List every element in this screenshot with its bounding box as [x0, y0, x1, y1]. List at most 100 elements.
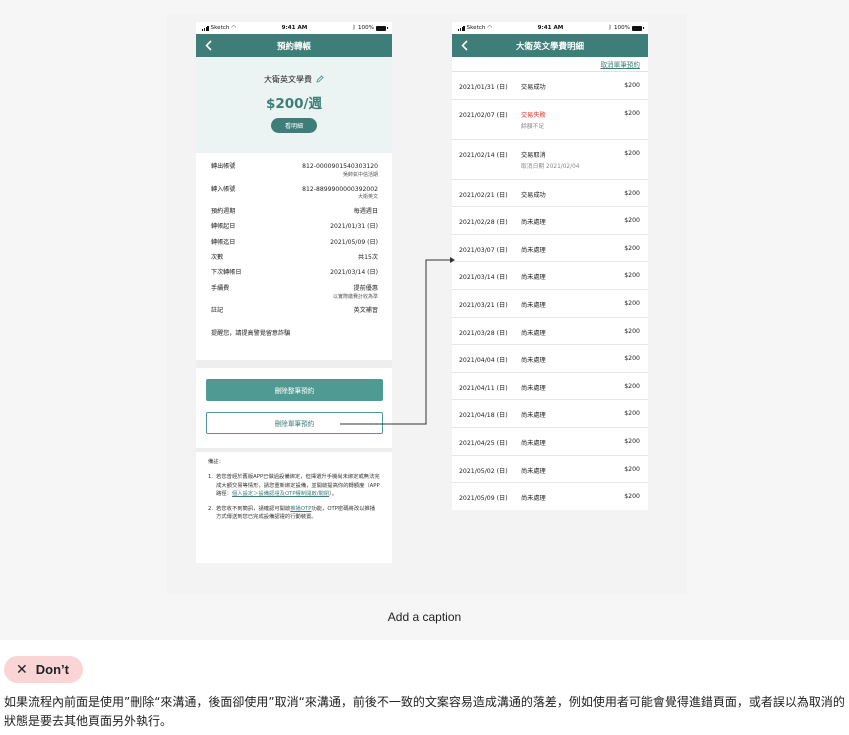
note-link[interactable]: 推播OTP	[290, 506, 311, 512]
detail-label: 轉入帳號	[211, 185, 236, 193]
record-status: 尚未處理	[521, 357, 546, 365]
note-number: 1.	[208, 474, 214, 481]
records-list: 2021/01/31 (日) 交易成功 $200 2021/02/07 (日) 交易失敗…	[452, 71, 648, 510]
record-amount: $200	[624, 382, 640, 390]
cancel-single-link[interactable]: 取消單筆預約	[452, 57, 648, 71]
detail-label: 下次轉帳日	[211, 269, 242, 277]
detail-value: 2021/01/31 (日)	[330, 223, 378, 231]
record-status: 尚未處理	[521, 246, 546, 254]
nav-bar: 預約轉帳	[196, 34, 392, 57]
clock-label: 9:41 AM	[537, 25, 564, 31]
record-status: 尚未處理	[521, 329, 546, 337]
record-row[interactable]: 2021/04/04 (日) 尚未處理 $200	[452, 345, 648, 373]
record-row[interactable]: 2021/01/31 (日) 交易成功 $200	[452, 72, 648, 100]
clock-label: 9:41 AM	[281, 25, 308, 31]
back-arrow-icon[interactable]	[458, 37, 470, 53]
detail-row: 次數 共15次	[211, 254, 378, 263]
record-amount: $200	[624, 437, 640, 445]
detail-value: 2021/05/09 (日)	[330, 238, 378, 246]
record-status: 尚未處理	[521, 219, 546, 227]
record-row[interactable]: 2021/02/28 (日) 尚未處理 $200	[452, 207, 648, 235]
amount-label: $200/週	[265, 96, 322, 112]
record-status: 尚未處理	[521, 467, 546, 475]
record-status: 尚未處理	[521, 274, 546, 282]
record-row[interactable]: 2021/03/14 (日) 尚未處理 $200	[452, 262, 648, 290]
delete-single-button[interactable]: 刪除單筆預約	[206, 412, 383, 434]
note-number: 2.	[208, 505, 214, 512]
detail-value: 812-8899900000392002	[302, 185, 378, 193]
record-row[interactable]: 2021/03/07 (日) 尚未處理 $200	[452, 235, 648, 263]
note-link[interactable]: 個人設定＞設備認證及OTP權制開啟/關閉	[232, 491, 329, 497]
record-date: 2021/03/28 (日)	[459, 329, 508, 337]
note-item: 1. 若您曾經於舊版APP已做過設備綁定，但擇選升手機尚未綁定或無法完成大額交易等…	[208, 473, 380, 498]
record-row[interactable]: 2021/05/02 (日) 尚未處理 $200	[452, 456, 648, 484]
detail-row: 下次轉帳日 2021/03/14 (日)	[211, 269, 378, 278]
detail-subvalue: 吳帥氣中信活期	[342, 171, 378, 178]
record-status: 尚未處理	[521, 439, 546, 447]
record-amount: $200	[624, 272, 640, 280]
phone-screen-booking: Sketch ◠ 9:41 AM ᛒ 100% 預約轉帳 大衛英文學費 $200…	[196, 22, 392, 563]
figure-caption[interactable]: Add a caption	[0, 610, 849, 624]
record-date: 2021/05/02 (日)	[459, 467, 508, 475]
record-note: 餘額不足	[521, 123, 545, 130]
bluetooth-icon: ᛒ	[608, 25, 612, 31]
detail-label: 次數	[211, 254, 224, 262]
record-amount: $200	[624, 355, 640, 363]
detail-subvalue: 以實際繳費計收為準	[332, 293, 378, 300]
wifi-icon: ◠	[487, 25, 493, 31]
delete-all-button[interactable]: 刪除整筆預約	[206, 379, 383, 401]
note-tail: ）。	[329, 491, 338, 498]
record-date: 2021/02/28 (日)	[459, 219, 508, 227]
divider	[196, 448, 392, 452]
record-date: 2021/03/07 (日)	[459, 246, 508, 254]
record-date: 2021/04/11 (日)	[459, 384, 508, 392]
record-row[interactable]: 2021/02/07 (日) 交易失敗餘額不足 $200	[452, 100, 648, 140]
status-bar: Sketch ◠ 9:41 AM ᛒ 100%	[452, 22, 648, 34]
record-amount: $200	[624, 410, 640, 418]
detail-value: 每週週日	[353, 208, 378, 216]
notes-list: 1. 若您曾經於舊版APP已做過設備綁定，但擇選升手機尚未綁定或無法完成大額交易等…	[208, 473, 380, 521]
carrier-label: Sketch	[210, 25, 230, 31]
record-amount: $200	[624, 189, 640, 197]
record-row[interactable]: 2021/02/21 (日) 交易成功 $200	[452, 180, 648, 208]
detail-row: 手續費 提前優惠 以實際繳費計收為準	[211, 285, 378, 301]
record-row[interactable]: 2021/03/21 (日) 尚未處理 $200	[452, 290, 648, 318]
badge-label: Don’t	[35, 662, 69, 677]
notes-title: 備註：	[208, 459, 224, 465]
record-status: 交易成功	[521, 191, 546, 199]
record-row[interactable]: 2021/04/18 (日) 尚未處理 $200	[452, 400, 648, 428]
dont-badge: ✕ Don’t	[4, 656, 83, 683]
divider	[196, 360, 392, 368]
nav-title: 大衛英文學費明細	[515, 41, 584, 52]
phone-screen-records: Sketch ◠ 9:41 AM ᛒ 100% 大衛英文學費明細 取消單筆預約 …	[452, 22, 648, 510]
view-details-button[interactable]: 看明細	[270, 118, 317, 133]
record-status: 交易取消	[521, 151, 546, 159]
fraud-notice: 提醒您，請提高警覺留意詐騙	[211, 330, 291, 338]
record-date: 2021/04/04 (日)	[459, 357, 508, 365]
record-amount: $200	[624, 217, 640, 225]
record-row[interactable]: 2021/04/11 (日) 尚未處理 $200	[452, 373, 648, 401]
wifi-icon: ◠	[231, 25, 237, 31]
record-row[interactable]: 2021/05/09 (日) 尚未處理 $200	[452, 483, 648, 510]
record-row[interactable]: 2021/02/14 (日) 交易取消 取消日期 2021/02/04 $200	[452, 140, 648, 180]
record-date: 2021/03/21 (日)	[459, 301, 508, 309]
record-amount: $200	[624, 109, 640, 117]
detail-value: 共15次	[358, 254, 378, 262]
detail-value: 提前優惠	[353, 284, 378, 292]
record-amount: $200	[624, 149, 640, 157]
bluetooth-icon: ᛒ	[352, 25, 356, 31]
signal-icon	[202, 25, 209, 31]
record-date: 2021/02/07 (日)	[459, 111, 508, 119]
record-date: 2021/03/14 (日)	[459, 274, 508, 282]
record-row[interactable]: 2021/03/28 (日) 尚未處理 $200	[452, 318, 648, 346]
record-status: 尚未處理	[521, 412, 546, 420]
record-row[interactable]: 2021/04/25 (日) 尚未處理 $200	[452, 428, 648, 456]
record-status: 交易失敗	[521, 111, 546, 119]
edit-pencil-icon[interactable]	[316, 74, 324, 85]
back-arrow-icon[interactable]	[202, 37, 214, 53]
detail-label: 手續費	[211, 284, 230, 292]
nav-bar: 大衛英文學費明細	[452, 34, 648, 57]
detail-label: 註記	[211, 307, 224, 315]
record-amount: $200	[624, 465, 640, 473]
nav-title: 預約轉帳	[276, 41, 311, 52]
